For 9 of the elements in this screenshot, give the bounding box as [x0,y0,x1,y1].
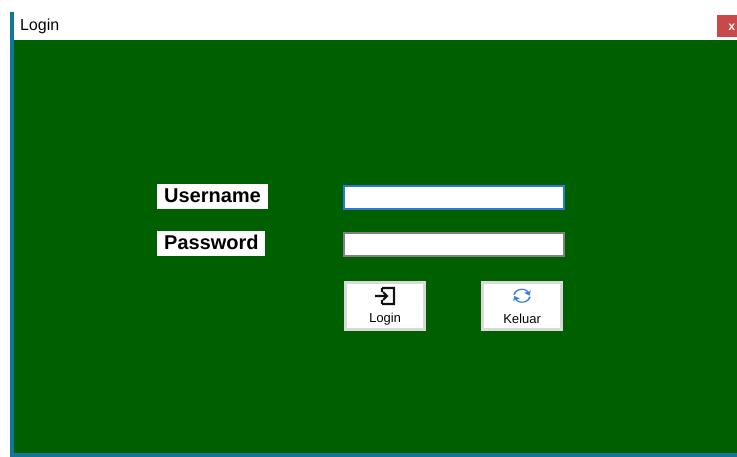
close-button[interactable]: x [717,15,737,37]
field-label: Username [157,184,268,209]
action-button[interactable]: Keluar [481,281,563,331]
action-button[interactable]: Login [344,281,426,331]
field-label: Password [157,231,266,256]
sign-in-icon [373,286,397,306]
input-field[interactable] [343,184,565,210]
input-field[interactable] [343,232,565,256]
window-title: Login [20,16,60,36]
